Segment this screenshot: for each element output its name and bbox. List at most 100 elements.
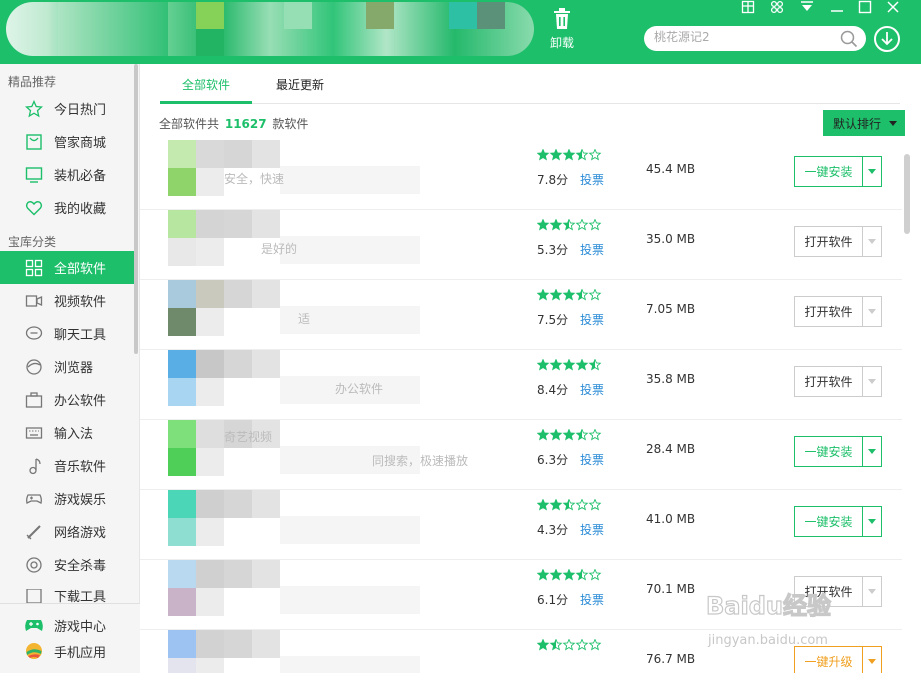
sidebar-item-music[interactable]: 音乐软件 — [0, 449, 135, 482]
sidebar: 精品推荐 今日热门 管家商城 装机必备 我的收藏 宝库分类 全部软件 视频软件 … — [0, 64, 140, 673]
open-button[interactable]: 打开软件 — [794, 366, 882, 397]
close-icon[interactable] — [886, 0, 900, 14]
action-label[interactable]: 一键安装 — [795, 437, 863, 466]
sidebar-item-download-tools[interactable]: 下载工具 — [0, 581, 135, 603]
table-row[interactable]: 4.3分 投票 41.0 MB 一键安装 — [140, 490, 902, 560]
table-row[interactable]: 安全，快速 7.8分 投票 45.4 MB 一键安装 — [140, 140, 902, 210]
vote-link[interactable]: 投票 — [580, 451, 604, 468]
trash-icon — [554, 8, 570, 29]
app-icon[interactable] — [168, 350, 280, 406]
search-box[interactable] — [644, 26, 866, 51]
sidebar-item-mobile-apps[interactable]: 手机应用 — [0, 637, 135, 665]
sidebar-item-label: 视频软件 — [54, 295, 107, 310]
rating-stars[interactable] — [537, 289, 603, 301]
game-center-icon — [24, 615, 44, 635]
rating-stars[interactable] — [537, 569, 603, 581]
chevron-down-icon[interactable] — [863, 157, 881, 186]
download-manager-button[interactable] — [874, 26, 900, 52]
sidebar-item-browser[interactable]: 浏览器 — [0, 350, 135, 383]
app-icon[interactable] — [168, 630, 280, 673]
sidebar-item-hot-today[interactable]: 今日热门 — [0, 92, 135, 125]
app-icon[interactable] — [168, 490, 280, 546]
heart-icon — [24, 198, 44, 218]
download-icon — [24, 589, 44, 603]
rating-stars[interactable] — [537, 639, 603, 651]
sidebar-item-office[interactable]: 办公软件 — [0, 383, 135, 416]
chevron-down-icon[interactable] — [863, 297, 881, 326]
sidebar-item-essentials[interactable]: 装机必备 — [0, 158, 135, 191]
video-icon — [24, 291, 44, 311]
action-label[interactable]: 打开软件 — [795, 367, 863, 396]
table-row[interactable]: 办公软件 8.4分 投票 35.8 MB 打开软件 — [140, 350, 902, 420]
table-row[interactable]: 适 7.5分 投票 7.05 MB 打开软件 — [140, 280, 902, 350]
action-label[interactable]: 打开软件 — [795, 297, 863, 326]
tab-all-software[interactable]: 全部软件 — [182, 76, 230, 93]
baidu-watermark: Baidu经验 jingyan.baidu.com — [700, 586, 870, 658]
search-input[interactable] — [654, 30, 834, 44]
rating-stars[interactable] — [537, 359, 603, 371]
vote-link[interactable]: 投票 — [580, 311, 604, 328]
menu-dropdown-icon[interactable] — [800, 0, 814, 14]
sidebar-item-label: 音乐软件 — [54, 460, 107, 475]
app-icon[interactable] — [168, 210, 280, 266]
install-button[interactable]: 一键安装 — [794, 436, 882, 467]
sidebar-item-shop[interactable]: 管家商城 — [0, 125, 135, 158]
rating-stars[interactable] — [537, 429, 603, 441]
sort-dropdown[interactable]: 默认排行 — [823, 110, 905, 136]
rating-stars[interactable] — [537, 219, 603, 231]
chevron-down-icon[interactable] — [863, 227, 881, 256]
star-icon — [549, 149, 563, 161]
open-button[interactable]: 打开软件 — [794, 296, 882, 327]
vote-link[interactable]: 投票 — [580, 521, 604, 538]
star-icon — [588, 289, 602, 301]
app-description-fragment: 同搜索，极速播放 — [372, 454, 469, 468]
sidebar-item-chat[interactable]: 聊天工具 — [0, 317, 135, 350]
table-row[interactable]: 奇艺视频 同搜索，极速播放 6.3分 投票 28.4 MB 一键安装 — [140, 420, 902, 490]
search-icon[interactable] — [840, 30, 858, 48]
sidebar-item-all-software[interactable]: 全部软件 — [0, 251, 135, 284]
skin-icon[interactable] — [741, 0, 755, 14]
list-scrollbar[interactable] — [904, 154, 910, 234]
tab-recent-updates[interactable]: 最近更新 — [276, 76, 324, 93]
open-button[interactable]: 打开软件 — [794, 226, 882, 257]
star-icon — [588, 639, 602, 651]
sidebar-item-online-games[interactable]: 网络游戏 — [0, 515, 135, 548]
chevron-down-icon[interactable] — [863, 367, 881, 396]
action-label[interactable]: 一键安装 — [795, 157, 863, 186]
settings-icon[interactable] — [770, 0, 784, 14]
table-row[interactable]: 是好的 5.3分 投票 35.0 MB 打开软件 — [140, 210, 902, 280]
sidebar-item-video[interactable]: 视频软件 — [0, 284, 135, 317]
sidebar-item-games[interactable]: 游戏娱乐 — [0, 482, 135, 515]
blurred-description — [280, 516, 420, 544]
vote-link[interactable]: 投票 — [580, 381, 604, 398]
app-icon[interactable] — [168, 280, 280, 336]
maximize-icon[interactable] — [858, 0, 872, 14]
sidebar-item-security[interactable]: 安全杀毒 — [0, 548, 135, 581]
vote-link[interactable]: 投票 — [580, 591, 604, 608]
install-button[interactable]: 一键安装 — [794, 506, 882, 537]
sidebar-item-favorites[interactable]: 我的收藏 — [0, 191, 135, 224]
file-size: 76.7 MB — [646, 652, 696, 666]
install-button[interactable]: 一键安装 — [794, 156, 882, 187]
sidebar-item-label: 我的收藏 — [54, 202, 107, 217]
app-icon[interactable] — [168, 140, 280, 196]
chevron-down-icon[interactable] — [863, 507, 881, 536]
vote-link[interactable]: 投票 — [580, 241, 604, 258]
rating-stars[interactable] — [537, 149, 603, 161]
action-label[interactable]: 打开软件 — [795, 227, 863, 256]
chevron-down-icon[interactable] — [863, 437, 881, 466]
chevron-down-icon — [889, 120, 898, 126]
sidebar-item-input-method[interactable]: 输入法 — [0, 416, 135, 449]
sidebar-scrollbar[interactable] — [134, 64, 138, 354]
action-label[interactable]: 一键安装 — [795, 507, 863, 536]
app-icon[interactable] — [168, 560, 280, 616]
star-icon — [562, 569, 576, 581]
uninstall-button[interactable]: 卸载 — [544, 8, 580, 51]
tab-active-indicator — [160, 101, 252, 104]
sidebar-item-game-center[interactable]: 游戏中心 — [0, 611, 135, 639]
rating-stars[interactable] — [537, 499, 603, 511]
star-icon — [562, 149, 576, 161]
minimize-icon[interactable] — [830, 0, 844, 14]
sidebar-bottom: 游戏中心 手机应用 — [0, 603, 140, 673]
vote-link[interactable]: 投票 — [580, 171, 604, 188]
